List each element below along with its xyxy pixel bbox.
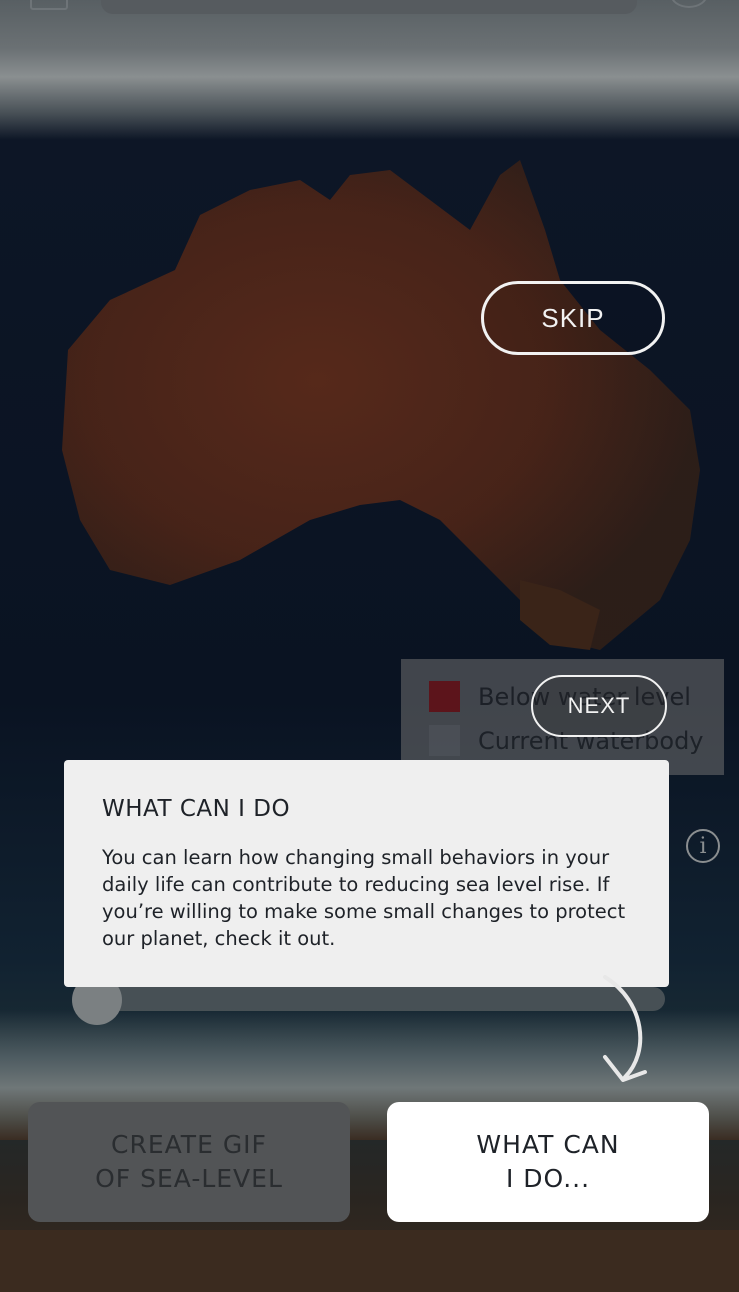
legend-swatch-grey — [429, 725, 460, 756]
tutorial-tooltip: WHAT CAN I DO You can learn how changing… — [64, 760, 669, 987]
map-background — [0, 0, 739, 1292]
next-button[interactable]: NEXT — [531, 675, 667, 737]
create-gif-button[interactable]: CREATE GIF OF SEA-LEVEL — [28, 1102, 350, 1222]
australia-map — [62, 160, 700, 650]
search-bar — [101, 0, 637, 14]
what-can-i-do-button[interactable]: WHAT CAN I DO... — [387, 1102, 709, 1222]
sea-level-slider-track[interactable] — [75, 987, 665, 1011]
curved-arrow-icon — [603, 975, 647, 1082]
skip-button[interactable]: SKIP — [481, 281, 665, 355]
tooltip-body: You can learn how changing small behavio… — [102, 846, 626, 950]
info-icon[interactable]: i — [686, 829, 720, 863]
map-icon — [30, 0, 68, 10]
tooltip-title: WHAT CAN I DO — [102, 796, 291, 822]
legend-swatch-red — [429, 681, 460, 712]
sand-strip — [0, 1230, 739, 1292]
